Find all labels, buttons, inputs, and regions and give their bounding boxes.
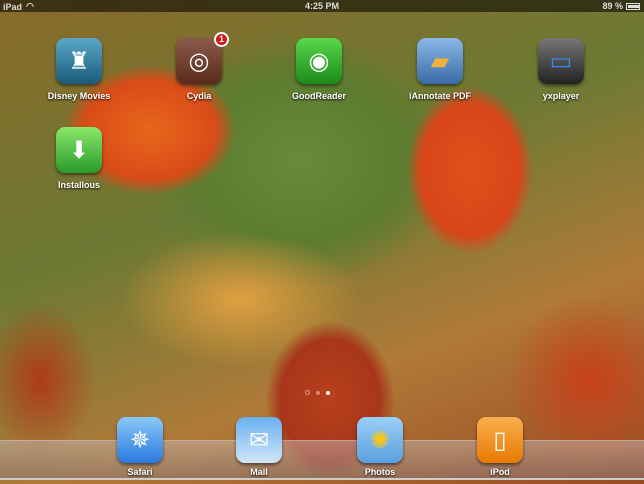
clock: 4:25 PM [304,1,339,11]
battery-percent: 89 % [602,1,623,11]
app-cydia[interactable]: ◎ 1 Cydia [159,32,239,101]
app-label: Mail [250,467,268,477]
toolbox-icon: ▰ [417,38,463,84]
status-bar: iPad ◠ 4:25 PM 89 % [0,0,644,12]
search-page-icon[interactable] [305,390,310,395]
app-yxplayer[interactable]: ▭ yxplayer [521,38,601,101]
dock-app-safari[interactable]: ✵ Safari [100,417,180,477]
page-indicator[interactable] [305,390,330,395]
notification-badge: 1 [214,32,229,47]
tv-icon: ▭ [538,38,584,84]
app-iannotate-pdf[interactable]: ▰ iAnnotate PDF [400,38,480,101]
dock [0,440,644,480]
envelope-icon: ✉ [236,417,282,463]
page-dot-current[interactable] [326,390,330,395]
compass-icon: ✵ [117,417,163,463]
dock-app-photos[interactable]: ✺ Photos [340,417,420,477]
eye-icon: ◉ [296,38,342,84]
app-label: iAnnotate PDF [409,91,471,101]
app-installous[interactable]: ⬇ Installous [39,127,119,190]
ipod-icon: ▯ [477,417,523,463]
app-label: iPod [490,467,510,477]
app-label: yxplayer [542,91,580,101]
app-label: Disney Movies [47,91,111,101]
app-label: Photos [364,467,396,477]
app-label: Cydia [186,91,212,101]
app-label: Installous [57,180,100,190]
app-label: GoodReader [291,91,346,101]
download-icon: ⬇ [56,127,102,173]
box-icon: ◎ 1 [176,32,229,84]
app-disney-movies[interactable]: ♜ Disney Movies [39,38,119,101]
app-goodreader[interactable]: ◉ GoodReader [279,38,359,101]
app-label: Safari [127,467,153,477]
sunflower-icon: ✺ [357,417,403,463]
dock-app-ipod[interactable]: ▯ iPod [460,417,540,477]
page-dot[interactable] [316,390,320,395]
battery-icon [626,2,640,10]
castle-icon: ♜ [56,38,102,84]
dock-app-mail[interactable]: ✉ Mail [219,417,299,477]
